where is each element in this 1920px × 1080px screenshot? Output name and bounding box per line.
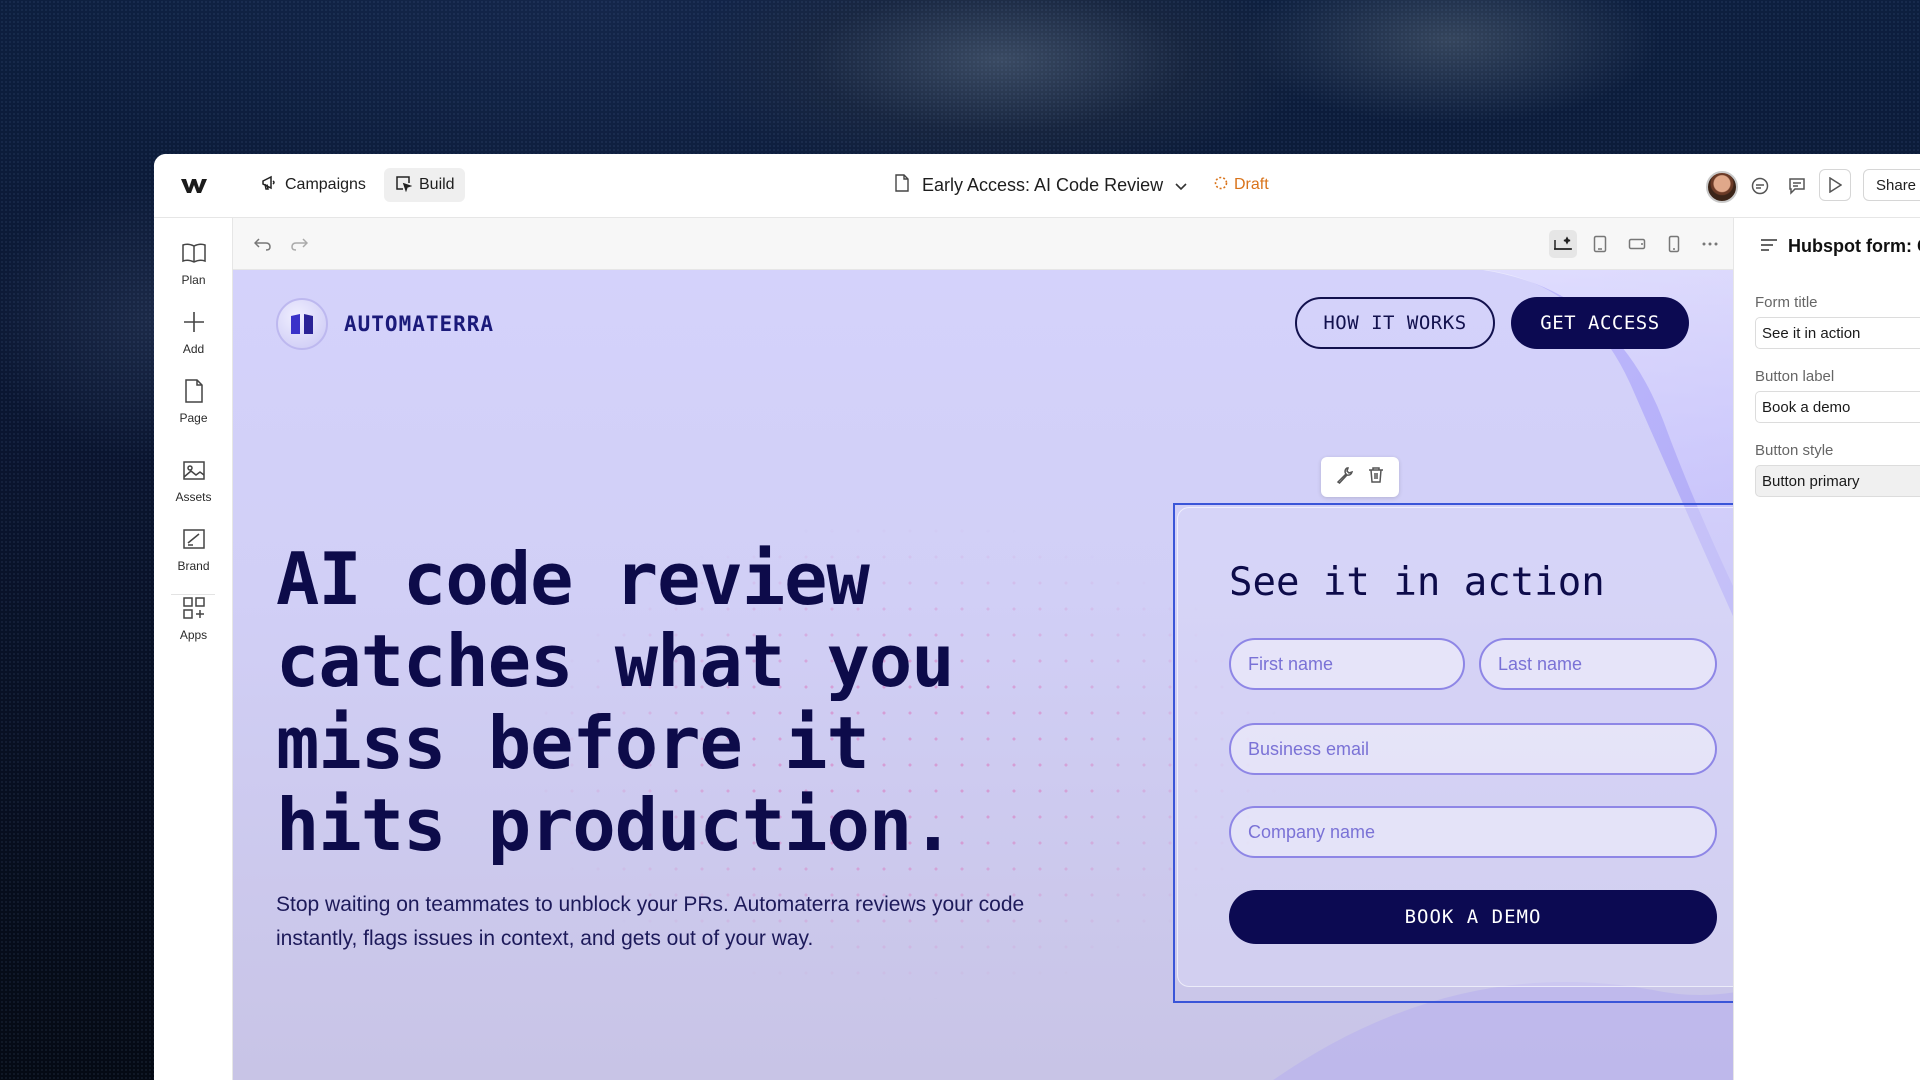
sidebar-item-label: Add [182,342,205,356]
page-selector[interactable]: Early Access: AI Code Review [894,168,1187,202]
left-sidebar: Plan Add Page Assets Brand Apps [154,218,233,1080]
sidebar-item-label: Assets [175,490,212,504]
sidebar-item-page[interactable]: Page [154,378,233,425]
site-logo[interactable]: AUTOMATERRA [276,298,494,350]
apps-icon [181,595,207,624]
redo-icon[interactable] [285,230,313,258]
share-button[interactable]: Share [1863,169,1920,201]
selected-form-element[interactable]: See it in action First name Last name Bu… [1173,503,1733,1003]
cursor-square-icon [394,174,413,197]
sidebar-item-label: Brand [177,559,210,573]
webflow-logo-icon[interactable] [154,154,233,218]
get-access-button[interactable]: GET ACCESS [1511,297,1689,349]
top-bar: Campaigns Build Early Access: AI Code Re… [154,154,1920,218]
campaigns-button[interactable]: Campaigns [250,168,376,202]
lines-icon [1760,236,1778,257]
panel-title: Hubspot form: G [1788,236,1920,256]
hubspot-form: See it in action First name Last name Bu… [1177,507,1733,987]
business-email-field[interactable]: Business email [1229,723,1717,775]
form-title: See it in action [1229,560,1605,605]
brand-icon [181,526,207,555]
plus-icon [181,309,207,338]
sidebar-item-add[interactable]: Add [154,309,233,356]
sidebar-item-plan[interactable]: Plan [154,240,233,287]
draft-spinner-icon [1214,176,1228,195]
sidebar-item-assets[interactable]: Assets [154,457,233,504]
sidebar-item-brand[interactable]: Brand [154,526,233,573]
hero-subtitle: Stop waiting on teammates to unblock you… [276,893,1025,950]
element-toolbar [1321,457,1399,497]
chevron-down-icon [1175,175,1187,196]
form-title-label: Form title [1755,294,1818,311]
undo-icon[interactable] [249,230,277,258]
campaigns-label: Campaigns [285,176,366,193]
hero-title: AI code review catches what you miss bef… [276,537,955,867]
mobile-landscape-breakpoint-icon[interactable] [1623,230,1651,258]
page-title: Early Access: AI Code Review [922,174,1164,195]
comment-icon[interactable] [1746,172,1774,200]
document-icon [894,173,910,197]
panel-header: Hubspot form: G [1760,236,1920,257]
last-name-field[interactable]: Last name [1479,638,1717,690]
app-window: Campaigns Build Early Access: AI Code Re… [154,154,1920,1080]
more-options-icon[interactable] [1696,230,1724,258]
sidebar-item-apps[interactable]: Apps [154,595,233,642]
avatar[interactable] [1706,171,1738,203]
site-canvas: AUTOMATERRA HOW IT WORKS GET ACCESS AI c… [233,270,1733,1080]
first-name-field[interactable]: First name [1229,638,1465,690]
mobile-portrait-breakpoint-icon[interactable] [1660,230,1688,258]
draft-label: Draft [1234,176,1269,193]
feedback-icon[interactable] [1783,172,1811,200]
sidebar-item-label: Page [179,411,208,425]
build-label: Build [419,176,455,193]
canvas-toolbar [233,218,1733,270]
form-title-input[interactable]: See it in action [1755,317,1920,349]
megaphone-icon [260,174,278,197]
draft-status: Draft [1214,168,1269,202]
build-button[interactable]: Build [384,168,465,202]
wrench-icon[interactable] [1336,466,1354,489]
button-label-input[interactable]: Book a demo [1755,391,1920,423]
preview-play-icon[interactable] [1819,169,1851,201]
button-label-label: Button label [1755,368,1835,385]
company-name-field[interactable]: Company name [1229,806,1717,858]
button-style-select[interactable]: Button primary [1755,465,1920,497]
sidebar-item-label: Apps [179,628,208,642]
trash-icon[interactable] [1368,466,1384,489]
button-style-label: Button style [1755,442,1834,459]
book-demo-button[interactable]: BOOK A DEMO [1229,890,1717,944]
image-icon [181,457,207,486]
brand-name: AUTOMATERRA [344,312,495,336]
tablet-breakpoint-icon[interactable] [1586,230,1614,258]
settings-panel: Hubspot form: G Form title See it in act… [1733,218,1920,1080]
sidebar-item-label: Plan [181,273,206,287]
how-it-works-button[interactable]: HOW IT WORKS [1295,297,1495,349]
page-icon [181,378,207,407]
book-icon [181,240,207,269]
automaterra-logo-icon [276,298,328,350]
desktop-breakpoint-icon[interactable] [1549,230,1577,258]
